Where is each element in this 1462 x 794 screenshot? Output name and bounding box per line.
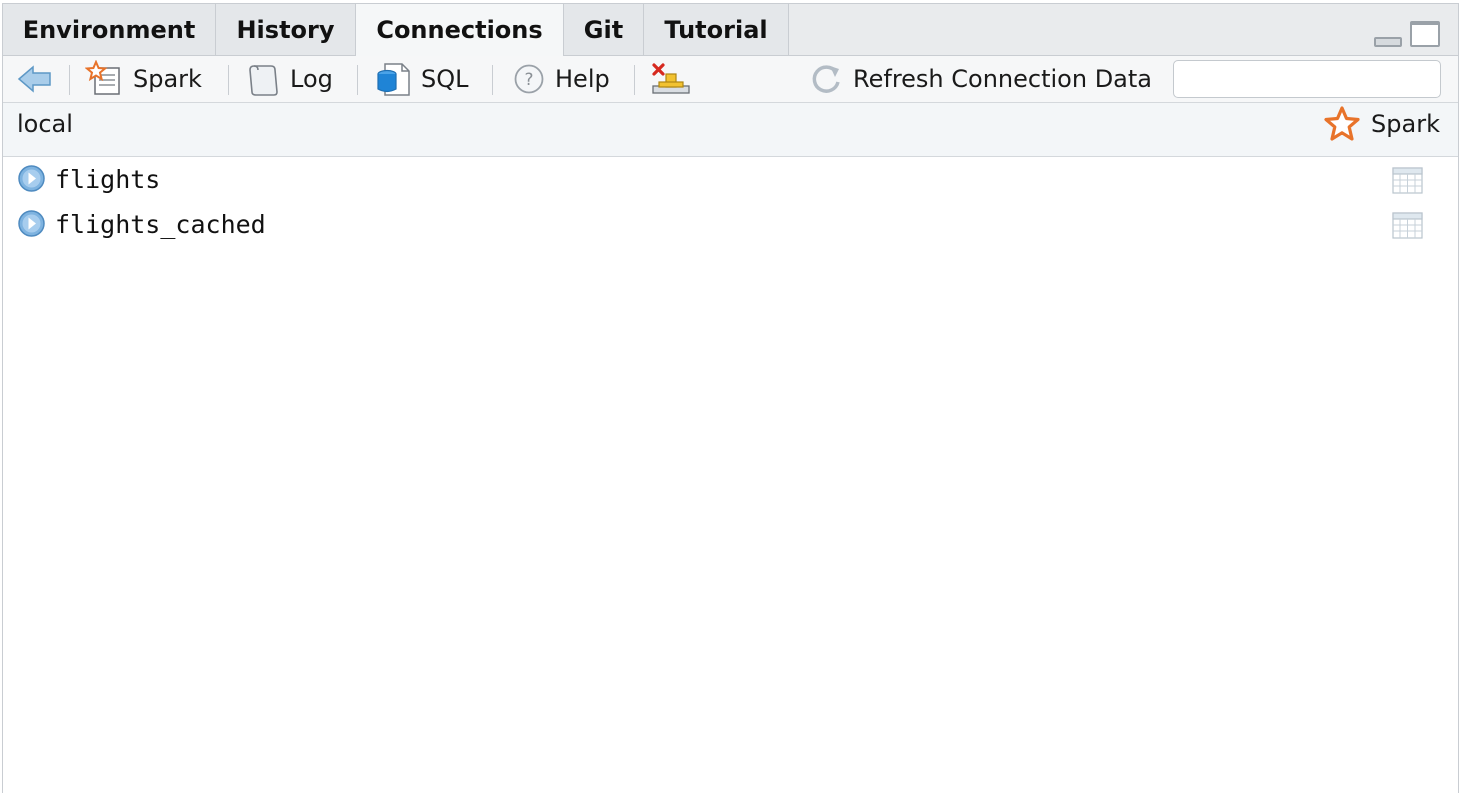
tab-environment[interactable]: Environment (3, 4, 216, 55)
tab-label: Environment (22, 15, 196, 44)
pane-tab-bar: Environment History Connections Git Tuto… (3, 4, 1458, 56)
expand-arrow-icon[interactable] (18, 210, 45, 237)
log-button-label: Log (290, 65, 333, 93)
view-table-icon[interactable] (1392, 212, 1423, 239)
connection-type-label: Spark (1371, 110, 1440, 138)
help-icon: ? (514, 64, 544, 94)
list-item[interactable]: flights_cached (3, 202, 1458, 247)
tab-label: History (236, 15, 335, 44)
expand-arrow-icon[interactable] (18, 165, 45, 192)
sql-button-label: SQL (421, 65, 469, 93)
log-scroll-icon (249, 65, 278, 96)
sql-file-icon (377, 63, 410, 96)
view-table-icon[interactable] (1392, 167, 1423, 194)
search-box (1173, 60, 1445, 98)
tab-history[interactable]: History (216, 4, 356, 55)
connection-header: local Spark (3, 103, 1458, 157)
connections-toolbar: Spark Log SQL ? Help Refresh Connection … (3, 56, 1458, 103)
minimize-pane-button[interactable] (1374, 37, 1402, 47)
list-item[interactable]: flights (3, 157, 1458, 202)
back-arrow-icon (17, 65, 51, 93)
tab-tutorial[interactable]: Tutorial (644, 4, 789, 55)
tab-git[interactable]: Git (564, 4, 644, 55)
help-button[interactable]: ? Help (513, 56, 610, 102)
spark-ui-icon (85, 60, 120, 95)
tab-label: Connections (376, 16, 543, 44)
tab-label: Git (583, 15, 624, 44)
connection-type: Spark (1323, 103, 1440, 145)
disconnect-icon (652, 63, 690, 94)
object-name: flights (55, 165, 161, 194)
tab-connections[interactable]: Connections (355, 4, 564, 56)
back-button[interactable] (17, 56, 53, 102)
spark-star-icon (1324, 106, 1360, 141)
refresh-connection-button[interactable]: Refresh Connection Data (809, 56, 1152, 102)
disconnect-button[interactable] (651, 56, 691, 102)
refresh-icon (812, 65, 840, 93)
refresh-connection-label: Refresh Connection Data (853, 65, 1152, 93)
search-input[interactable] (1192, 63, 1445, 95)
connections-pane: Environment History Connections Git Tuto… (2, 3, 1459, 793)
log-button[interactable]: Log (248, 56, 333, 102)
tab-label: Tutorial (664, 15, 768, 44)
connection-name: local (17, 110, 73, 138)
sql-button[interactable]: SQL (375, 56, 469, 102)
object-name: flights_cached (55, 210, 266, 239)
svg-text:?: ? (524, 70, 533, 90)
spark-button-label: Spark (133, 65, 202, 93)
spark-button[interactable]: Spark (85, 56, 202, 102)
help-button-label: Help (555, 65, 610, 93)
pane-controls (1374, 21, 1440, 47)
maximize-pane-button[interactable] (1410, 21, 1440, 47)
